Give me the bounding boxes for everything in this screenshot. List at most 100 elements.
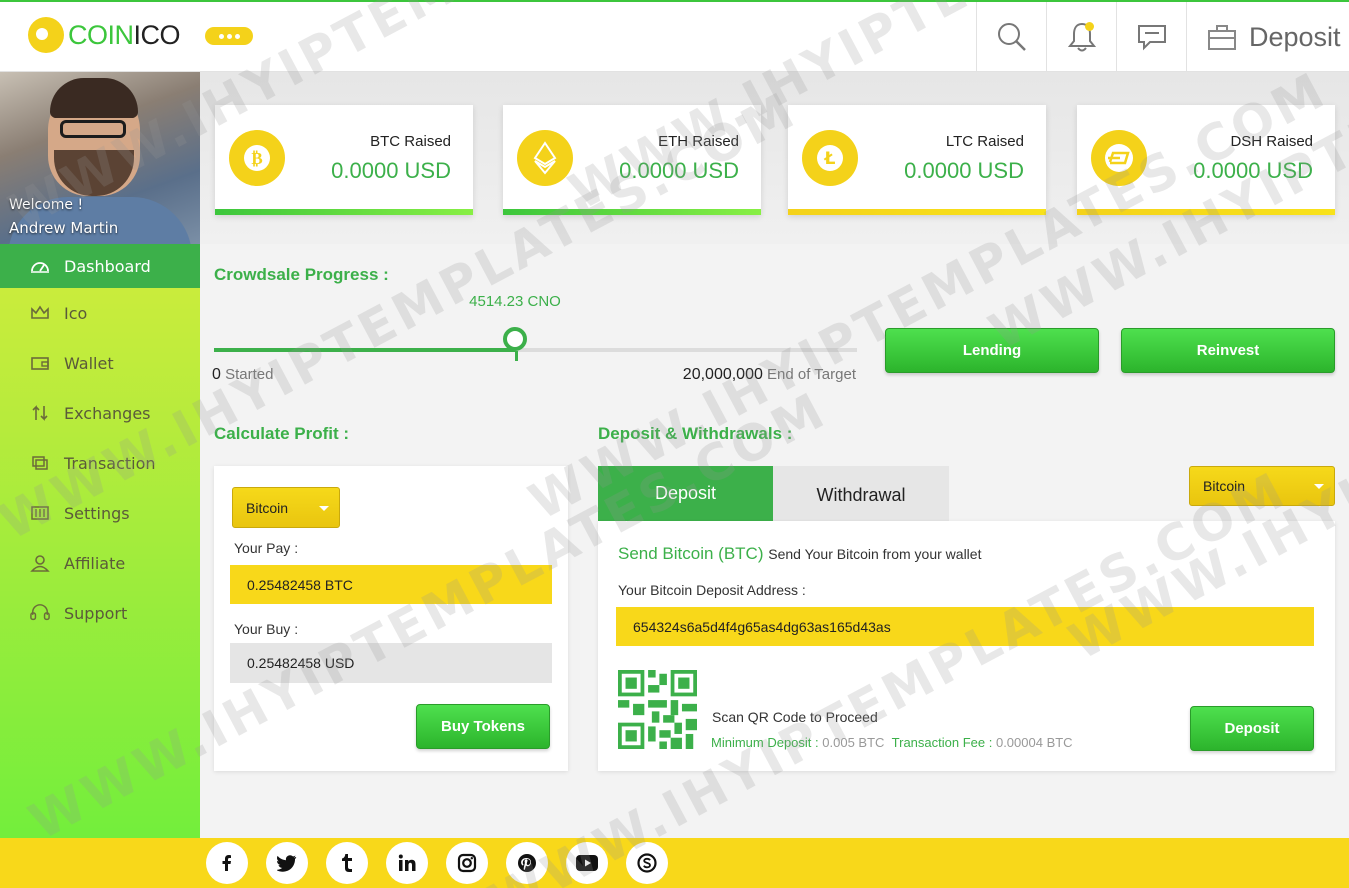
stat-value: 0.0000 USD: [1193, 158, 1313, 183]
sidebar-item-settings[interactable]: Settings: [0, 488, 200, 538]
tumblr-icon[interactable]: [326, 842, 368, 884]
dashboard-icon: [30, 256, 50, 276]
welcome-text: Welcome !: [9, 197, 84, 213]
sidebar-nav: Dashboard Ico Wallet Exchanges Transacti…: [0, 244, 200, 638]
your-buy-label: Your Buy :: [234, 621, 299, 637]
exchange-icon: [30, 403, 50, 423]
sidebar-item-wallet[interactable]: Wallet: [0, 338, 200, 388]
linkedin-icon[interactable]: [386, 842, 428, 884]
avatar-hair: [50, 78, 138, 118]
dash-icon: [1091, 130, 1147, 186]
notification-dot: [1085, 22, 1094, 31]
stat-label: ETH Raised: [658, 133, 739, 150]
tab-withdrawal[interactable]: Withdrawal: [773, 466, 949, 522]
deposit-address-label: Your Bitcoin Deposit Address :: [618, 582, 806, 598]
wallet-icon: [30, 353, 50, 373]
deposit-currency-value: Bitcoin: [1203, 478, 1246, 494]
lending-button[interactable]: Lending: [885, 328, 1099, 373]
transaction-icon: [30, 453, 50, 473]
skype-icon[interactable]: [626, 842, 668, 884]
svg-text:₿: ₿: [251, 149, 262, 169]
reinvest-button[interactable]: Reinvest: [1121, 328, 1335, 373]
stat-value: 0.0000 USD: [331, 158, 451, 183]
stat-card-eth: ETH Raised 0.0000 USD: [503, 105, 761, 215]
progress-current-value: 4514.23 CNO: [469, 293, 561, 310]
your-pay-label: Your Pay :: [234, 540, 299, 556]
search-button[interactable]: [976, 2, 1046, 72]
calc-currency-select[interactable]: Bitcoin: [232, 487, 340, 528]
deposit-currency-select[interactable]: Bitcoin: [1189, 466, 1335, 506]
ethereum-icon: [517, 130, 573, 186]
sidebar-item-ico[interactable]: Ico: [0, 288, 200, 338]
brand-logo[interactable]: COINICO: [28, 17, 181, 53]
avatar-glasses: [60, 120, 126, 138]
stat-label: BTC Raised: [370, 133, 451, 150]
settings-icon: [30, 503, 50, 523]
stat-label: DSH Raised: [1230, 133, 1313, 150]
instagram-icon[interactable]: [446, 842, 488, 884]
footer-social-bar: [0, 838, 1349, 888]
profile-card: Welcome ! Andrew Martin: [0, 72, 200, 244]
user-icon: [30, 553, 50, 573]
your-buy-input[interactable]: 0.25482458 USD: [230, 643, 552, 683]
sidebar: Welcome ! Andrew Martin Dashboard Ico Wa…: [0, 72, 200, 838]
progress-start: 0 Started: [212, 366, 274, 383]
twitter-icon[interactable]: [266, 842, 308, 884]
facebook-icon[interactable]: [206, 842, 248, 884]
progress-marker[interactable]: [503, 327, 527, 361]
send-bitcoin-heading: Send Bitcoin (BTC) Send Your Bitcoin fro…: [618, 544, 982, 563]
briefcase-icon: [1208, 25, 1236, 50]
your-pay-input[interactable]: 0.25482458 BTC: [230, 565, 552, 604]
sidebar-item-label: Transaction: [64, 453, 156, 473]
sidebar-item-transaction[interactable]: Transaction: [0, 438, 200, 488]
svg-text:Ł: Ł: [824, 149, 836, 169]
headset-icon: [30, 603, 50, 623]
stat-value: 0.0000 USD: [619, 158, 739, 183]
stat-card-ltc: Ł LTC Raised 0.0000 USD: [788, 105, 1046, 215]
sidebar-item-support[interactable]: Support: [0, 588, 200, 638]
scan-qr-text: Scan QR Code to Proceed: [712, 709, 878, 725]
chevron-down-icon: [1314, 484, 1324, 489]
deposit-submit-button[interactable]: Deposit: [1190, 706, 1314, 751]
sidebar-item-label: Affiliate: [64, 553, 126, 573]
crowdsale-title: Crowdsale Progress :: [214, 265, 389, 284]
stat-value: 0.0000 USD: [904, 158, 1024, 183]
stats-banner: ₿ BTC Raised 0.0000 USD ETH Raised 0.000…: [200, 72, 1349, 244]
youtube-icon[interactable]: [566, 842, 608, 884]
bitcoin-icon: ₿: [229, 130, 285, 186]
search-icon: [997, 23, 1026, 51]
pinterest-icon[interactable]: [506, 842, 548, 884]
chevron-down-icon: [319, 505, 329, 511]
notifications-button[interactable]: [1046, 2, 1116, 72]
calc-currency-value: Bitcoin: [246, 499, 289, 516]
header-deposit-label: Deposit: [1249, 21, 1341, 52]
tab-deposit[interactable]: Deposit: [598, 466, 773, 521]
deposit-address-field[interactable]: 654324s6a5d4f4g65as4dg63as165d43as: [616, 607, 1314, 646]
sidebar-item-label: Support: [64, 603, 128, 623]
user-name: Andrew Martin: [9, 219, 119, 237]
more-menu-button[interactable]: [205, 27, 253, 45]
deposit-withdrawals-title: Deposit & Withdrawals :: [598, 424, 793, 443]
stat-label: LTC Raised: [945, 133, 1024, 150]
sidebar-item-dashboard[interactable]: Dashboard: [0, 244, 200, 288]
messages-button[interactable]: [1116, 2, 1186, 72]
sidebar-item-label: Wallet: [64, 353, 114, 373]
litecoin-icon: Ł: [802, 130, 858, 186]
crowdsale-progress-bar: [214, 327, 857, 361]
qr-code-icon: [618, 670, 697, 749]
sidebar-item-affiliate[interactable]: Affiliate: [0, 538, 200, 588]
logo-mark-icon: [28, 17, 64, 53]
sidebar-item-label: Exchanges: [64, 403, 151, 423]
sidebar-item-label: Dashboard: [64, 256, 151, 276]
stat-card-dsh: DSH Raised 0.0000 USD: [1077, 105, 1335, 215]
stat-card-btc: ₿ BTC Raised 0.0000 USD: [215, 105, 473, 215]
brand-name: COINICO: [68, 19, 181, 50]
sidebar-item-label: Ico: [64, 303, 88, 323]
sidebar-item-label: Settings: [64, 503, 130, 523]
progress-fill: [214, 348, 515, 352]
buy-tokens-button[interactable]: Buy Tokens: [416, 704, 550, 749]
header-deposit-button[interactable]: Deposit: [1186, 2, 1349, 72]
progress-end: 20,000,000 End of Target: [682, 366, 856, 383]
sidebar-item-exchanges[interactable]: Exchanges: [0, 388, 200, 438]
crown-icon: [30, 303, 50, 323]
